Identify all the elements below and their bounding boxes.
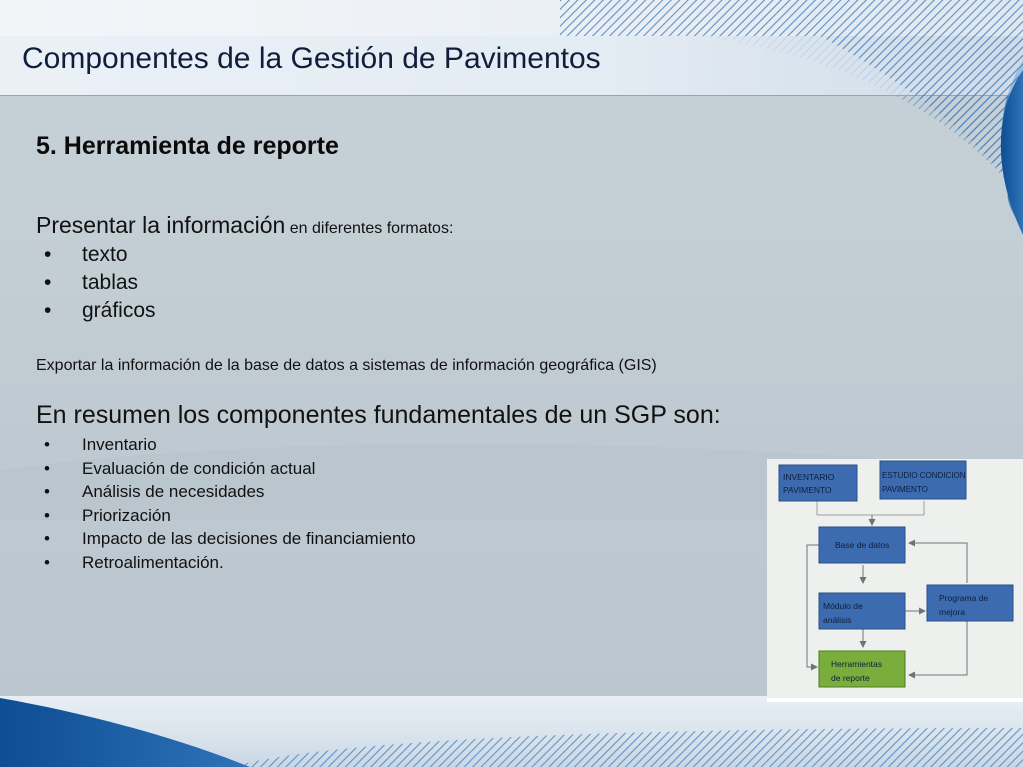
programa-mejora-box: Programa de mejora xyxy=(926,584,1014,622)
inventario-line2: PAVIMENTO xyxy=(783,485,832,495)
list-item: texto xyxy=(44,241,156,269)
list-item: Priorización xyxy=(44,504,416,528)
list-item: Análisis de necesidades xyxy=(44,480,416,504)
section-heading: 5. Herramienta de reporte xyxy=(36,132,339,160)
list-item: Inventario xyxy=(44,433,416,457)
herramientas-reporte-box: Herramientas de reporte xyxy=(818,650,906,688)
summary-heading: En resumen los componentes fundamentales… xyxy=(36,401,721,429)
flow-diagram: INVENTARIO PAVIMENTO ESTUDIO CONDICION P… xyxy=(767,459,1023,702)
base-datos-label: Base de datos xyxy=(835,540,889,550)
slide-title: Componentes de la Gestión de Pavimentos xyxy=(22,42,601,75)
arrow xyxy=(806,544,819,671)
formats-list: texto tablas gráficos xyxy=(44,241,156,325)
programa-line2: mejora xyxy=(939,607,965,617)
arrow xyxy=(908,539,968,583)
formats-intro-main: Presentar la información xyxy=(36,212,286,238)
modulo-line1: Módulo de xyxy=(823,601,863,611)
modulo-analisis-box: Módulo de análisis xyxy=(818,592,906,630)
estudio-line2: PAVIMENTO xyxy=(882,485,928,494)
estudio-condicion-box: ESTUDIO CONDICION PAVIMENTO xyxy=(879,460,967,500)
flow-diagram-graphic: INVENTARIO PAVIMENTO ESTUDIO CONDICION P… xyxy=(778,460,1014,688)
components-list: Inventario Evaluación de condición actua… xyxy=(44,433,416,574)
arrow xyxy=(908,619,968,679)
programa-line1: Programa de xyxy=(939,593,988,603)
modulo-line2: análisis xyxy=(823,615,851,625)
list-item: Retroalimentación. xyxy=(44,551,416,575)
formats-intro: Presentar la información en diferentes f… xyxy=(36,212,453,239)
list-item: Evaluación de condición actual xyxy=(44,457,416,481)
base-de-datos-box: Base de datos xyxy=(818,526,906,564)
list-item: tablas xyxy=(44,269,156,297)
list-item: Impacto de las decisiones de financiamie… xyxy=(44,527,416,551)
herramientas-line2: de reporte xyxy=(831,673,870,683)
inventario-box: INVENTARIO PAVIMENTO xyxy=(778,464,858,502)
herramientas-line1: Herramientas xyxy=(831,659,882,669)
list-item: gráficos xyxy=(44,297,156,325)
export-text: Exportar la información de la base de da… xyxy=(36,357,657,374)
estudio-line1: ESTUDIO CONDICION xyxy=(882,471,966,480)
formats-intro-small: en diferentes formatos: xyxy=(285,220,454,237)
inventario-line1: INVENTARIO xyxy=(783,472,835,482)
